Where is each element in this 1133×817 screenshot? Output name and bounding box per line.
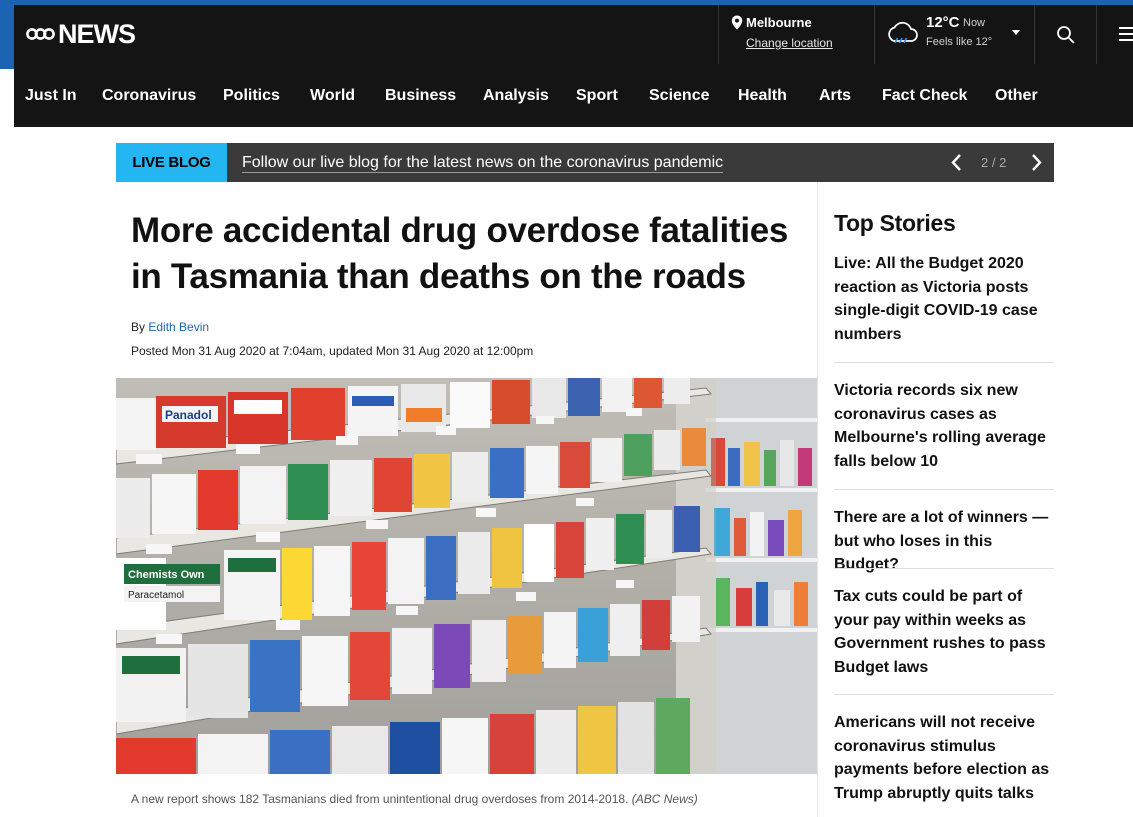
live-blog-counter: 2 / 2 <box>981 155 1007 170</box>
top-story-link[interactable]: Victoria records six new coronavirus cas… <box>834 379 1056 473</box>
story-divider <box>834 694 1054 695</box>
map-pin-icon <box>731 15 743 30</box>
nav-item-fact-check[interactable]: Fact Check <box>882 64 967 127</box>
nav-item-health[interactable]: Health <box>738 64 787 127</box>
top-story-link[interactable]: Tax cuts could be part of your pay withi… <box>834 585 1056 679</box>
search-button[interactable] <box>1034 5 1096 64</box>
story-divider <box>834 362 1054 363</box>
live-blog-badge: LIVE BLOG <box>116 143 227 182</box>
story-divider <box>834 489 1054 490</box>
top-stories-title: Top Stories <box>834 210 956 236</box>
column-divider <box>817 182 818 817</box>
byline-prefix: By <box>131 320 146 334</box>
nav-item-science[interactable]: Science <box>649 64 709 127</box>
article-hero-image: Panadol Chemists Own Paracetamol <box>116 378 817 774</box>
logo-wordmark: NEWS <box>58 19 136 49</box>
posted-timestamp: Posted Mon 31 Aug 2020 at 7:04am, update… <box>131 344 534 358</box>
chevron-down-icon <box>1012 30 1020 35</box>
panadol-packaging-text: Panadol <box>165 408 212 422</box>
nav-item-analysis[interactable]: Analysis <box>483 64 549 127</box>
menu-button[interactable] <box>1096 5 1133 64</box>
hamburger-icon-bar <box>1119 39 1133 41</box>
change-location-link[interactable]: Change location <box>746 36 833 50</box>
caption-credit: (ABC News) <box>631 792 698 806</box>
hamburger-icon <box>1119 27 1133 29</box>
main-navigation: Just In Coronavirus Politics World Busin… <box>14 64 1133 127</box>
author-link[interactable]: Edith Bevin <box>148 320 209 334</box>
nav-item-just-in[interactable]: Just In <box>25 64 77 127</box>
nav-item-world[interactable]: World <box>310 64 355 127</box>
chevron-right-icon <box>1032 154 1042 171</box>
caption-text: A new report shows 182 Tasmanians died f… <box>131 792 629 806</box>
location-widget: Melbourne Change location <box>718 5 874 64</box>
hamburger-icon-bar <box>1119 33 1133 35</box>
image-caption: A new report shows 182 Tasmanians died f… <box>131 792 698 806</box>
brand-edge-strip <box>0 5 14 69</box>
nav-item-other[interactable]: Other <box>995 64 1038 127</box>
top-story-link[interactable]: There are a lot of winners — but who los… <box>834 506 1056 577</box>
location-city: Melbourne <box>731 15 812 30</box>
chevron-left-icon <box>951 154 961 171</box>
nav-item-arts[interactable]: Arts <box>819 64 851 127</box>
nav-item-sport[interactable]: Sport <box>576 64 618 127</box>
site-header: NEWS Melbourne Change location 12°C Now … <box>14 5 1133 64</box>
weather-temperature: 12°C <box>926 14 960 31</box>
article-headline: More accidental drug overdose fatalities… <box>131 211 789 296</box>
next-button[interactable] <box>1026 152 1046 178</box>
top-story-link[interactable]: Americans will not receive coronavirus s… <box>834 711 1056 805</box>
live-blog-link[interactable]: Follow our live blog for the latest news… <box>242 153 724 173</box>
live-blog-banner: LIVE BLOG Follow our live blog for the l… <box>116 143 1054 182</box>
search-icon <box>1056 25 1075 44</box>
nav-item-business[interactable]: Business <box>385 64 456 127</box>
weather-widget[interactable]: 12°C Now Feels like 12° <box>874 5 1034 64</box>
chemists-own-packaging-text: Chemists Own <box>128 569 205 581</box>
paracetamol-packaging-text: Paracetamol <box>128 590 184 601</box>
abc-news-logo[interactable]: NEWS <box>26 17 136 51</box>
nav-item-politics[interactable]: Politics <box>223 64 280 127</box>
abc-logo-icon <box>26 25 55 43</box>
nav-item-coronavirus[interactable]: Coronavirus <box>102 64 196 127</box>
cloud-rain-icon <box>888 21 918 44</box>
weather-now-label: Now <box>963 17 986 29</box>
previous-button[interactable] <box>947 152 967 178</box>
story-divider <box>834 568 1054 569</box>
top-story-link[interactable]: Live: All the Budget 2020 reaction as Vi… <box>834 252 1056 346</box>
weather-feels-like: Feels like 12° <box>926 36 993 48</box>
article-byline: By Edith Bevin <box>131 320 209 334</box>
city-name: Melbourne <box>746 15 812 30</box>
